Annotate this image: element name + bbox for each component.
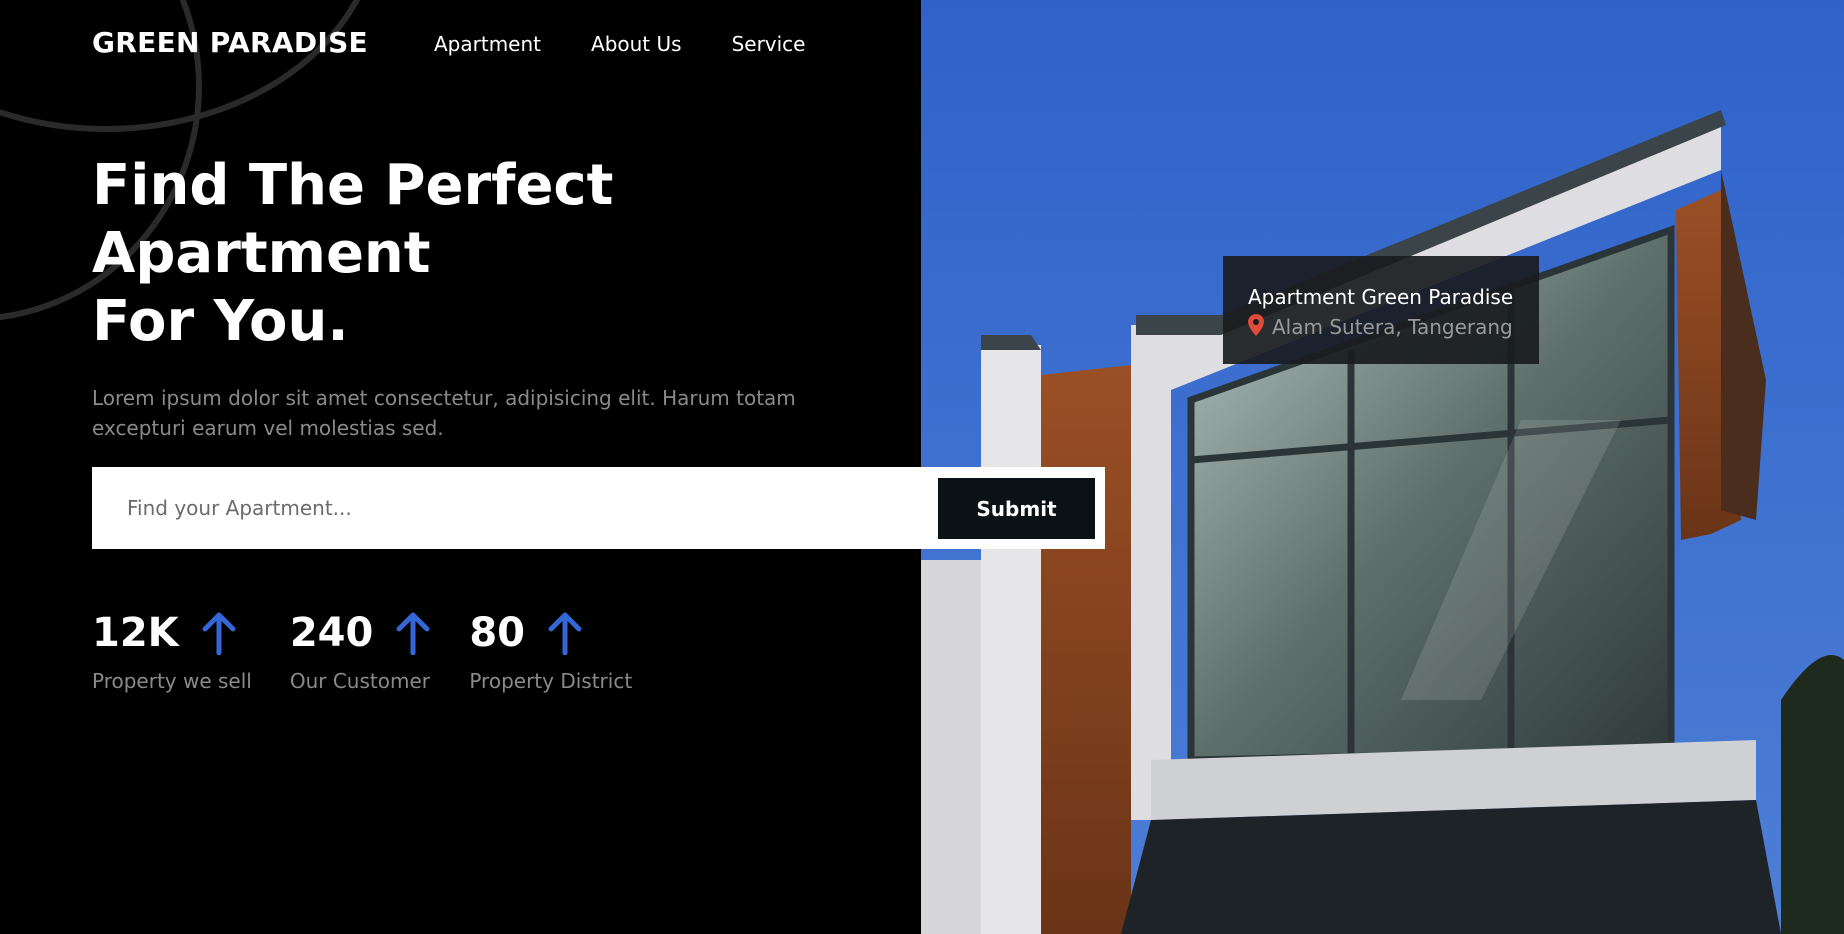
stat-value: 240 [289, 610, 374, 656]
stat-label: Property we sell [92, 669, 252, 693]
nav-item-service[interactable]: Service [732, 32, 806, 56]
stat-label: Property District [469, 669, 633, 693]
nav-item-about-us[interactable]: About Us [591, 32, 682, 56]
landing-page: GREEN PARADISE Apartment About Us Servic… [0, 0, 1844, 934]
stat-customer: 240 Our Customer [290, 605, 432, 693]
main-nav: Apartment About Us Service [434, 32, 805, 56]
arrow-up-icon [547, 611, 583, 655]
search-input[interactable] [92, 467, 912, 549]
location-card: Apartment Green Paradise Alam Sutera, Ta… [1223, 256, 1539, 364]
brand-logo[interactable]: GREEN PARADISE [92, 26, 368, 59]
hero-title-line: For You. [92, 289, 349, 354]
submit-button[interactable]: Submit [938, 478, 1095, 539]
location-title: Apartment Green Paradise [1248, 285, 1514, 309]
arrow-up-icon [395, 611, 431, 655]
stats-row: 12K Property we sell 240 Our Customer 80… [92, 605, 632, 693]
stat-value: 80 [469, 610, 526, 656]
map-pin-icon [1248, 314, 1264, 340]
stat-district: 80 Property District [469, 605, 632, 693]
search-bar: Submit [92, 467, 1105, 549]
stat-label: Our Customer [289, 669, 430, 693]
hero-description: Lorem ipsum dolor sit amet consectetur, … [92, 386, 796, 440]
hero-title-line: Find The Perfect [92, 153, 614, 218]
hero-title-line: Apartment [92, 221, 431, 286]
hero-title: Find The Perfect Apartment For You. [92, 152, 812, 356]
nav-item-apartment[interactable]: Apartment [434, 32, 541, 56]
arrow-up-icon [201, 611, 237, 655]
stat-property-sell: 12K Property we sell [92, 605, 252, 693]
stat-value: 12K [92, 610, 179, 656]
location-address: Alam Sutera, Tangerang [1272, 315, 1513, 339]
